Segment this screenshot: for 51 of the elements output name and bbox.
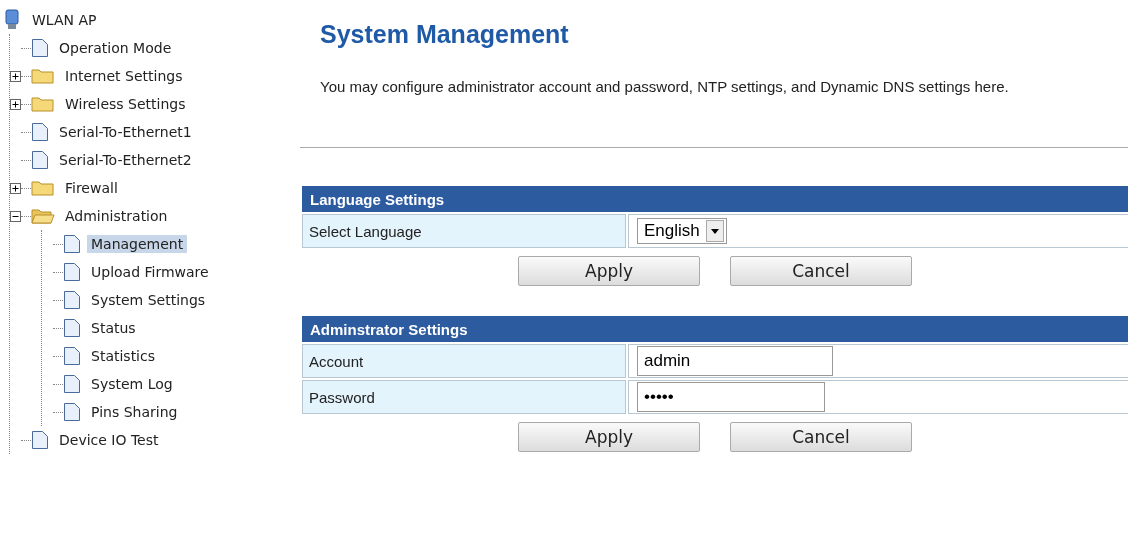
field-label: Select Language [302,214,626,248]
tree-item[interactable]: Operation Mode [55,39,176,57]
page-title: System Management [320,20,570,49]
page-icon [63,234,81,254]
expand-toggle[interactable] [10,182,21,194]
tree-item[interactable]: Upload Firmware [87,263,213,281]
page-icon [63,262,81,282]
account-field[interactable]: admin [637,346,833,376]
tree-item[interactable]: Firewall [61,179,122,197]
tree-item[interactable]: Status [87,319,140,337]
caret-icon [705,220,724,242]
tree-item[interactable]: Serial-To-Ethernet2 [55,151,196,169]
page-icon [31,38,49,58]
computer-icon [4,9,22,31]
tree-item[interactable]: System Log [87,375,177,393]
page-icon [31,122,49,142]
tree-item[interactable]: Management [87,235,188,253]
tree-item[interactable]: System Settings [87,291,210,309]
folder-icon [31,207,55,225]
field-label: Account [302,344,626,378]
tree-item[interactable]: Wireless Settings [61,95,190,113]
tree-item[interactable]: WLAN AP [28,11,101,29]
apply-button[interactable]: Apply [518,422,700,452]
tree-item[interactable]: Statistics [87,347,159,365]
page-icon [63,374,81,394]
password-field[interactable]: ••••• [637,382,825,412]
page-icon [31,430,49,450]
page-icon [63,290,81,310]
tree-item[interactable]: Pins Sharing [87,403,182,421]
page-icon [63,318,81,338]
page-icon [31,150,49,170]
folder-icon [31,179,55,197]
expand-toggle[interactable] [10,98,21,110]
cancel-button[interactable]: Cancel [730,256,912,286]
apply-button[interactable]: Apply [518,256,700,286]
folder-icon [31,67,55,85]
tree-item[interactable]: Serial-To-Ethernet1 [55,123,196,141]
page-icon [63,346,81,366]
collapse-toggle[interactable] [10,210,21,222]
tree-item[interactable]: Internet Settings [61,67,187,85]
tree-item[interactable]: Device IO Test [55,431,163,449]
tree-item[interactable]: Administration [61,207,172,225]
language-dropdown[interactable]: English [637,218,727,244]
page-description: You may configure administrator account and password, NTP settings, and Dynamic DNS settings here. [320,77,1010,97]
cancel-button[interactable]: Cancel [730,422,912,452]
page-icon [63,402,81,422]
field-label: Password [302,380,626,414]
folder-icon [31,95,55,113]
section-header: Adminstrator Settings [302,316,1128,342]
section-header: Language Settings [302,186,1128,212]
expand-toggle[interactable] [10,70,21,82]
